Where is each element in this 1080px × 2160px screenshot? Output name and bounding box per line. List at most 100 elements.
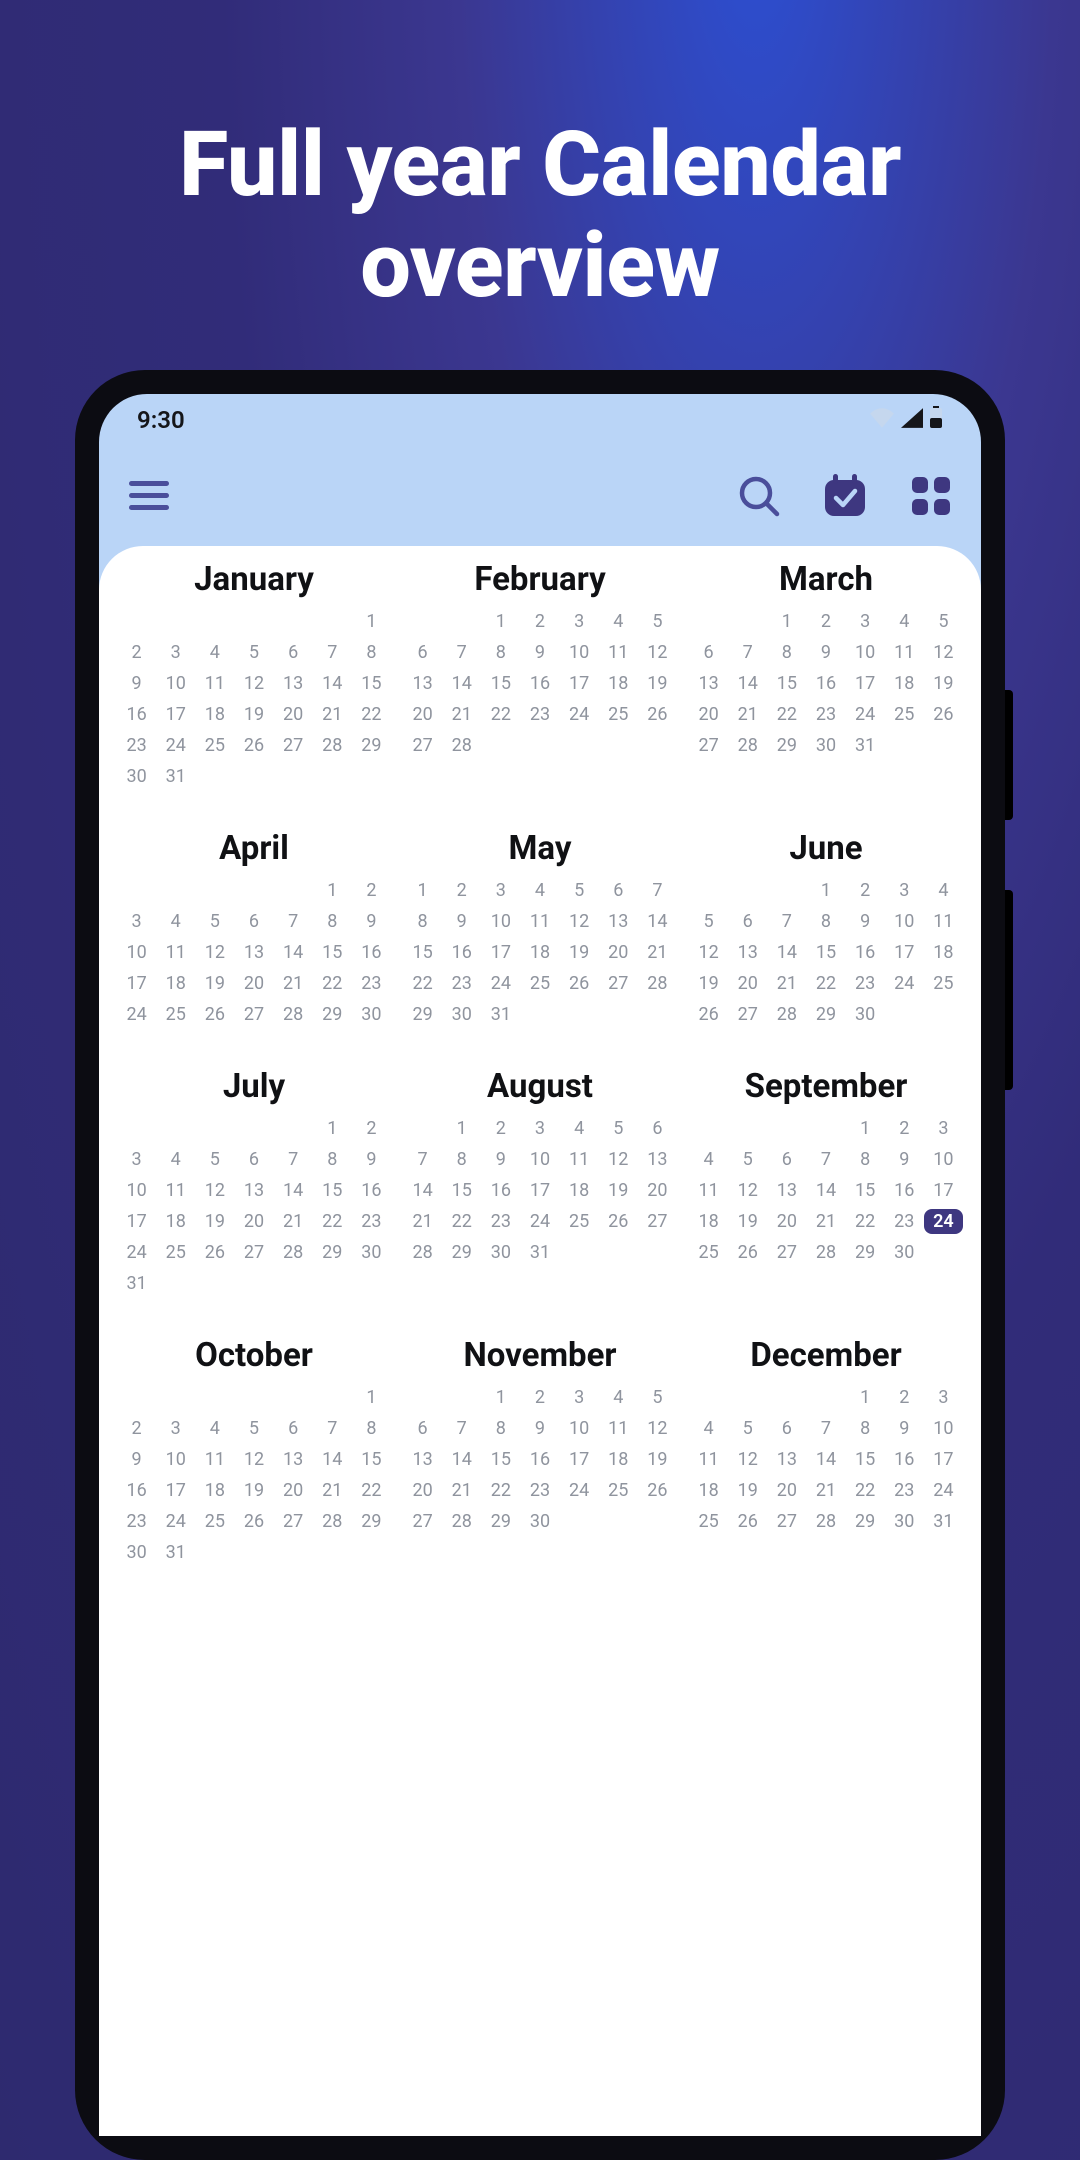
- view-switch-button[interactable]: [907, 472, 955, 520]
- day-cell[interactable]: 9: [520, 640, 559, 665]
- day-cell[interactable]: 28: [313, 1509, 352, 1534]
- day-cell[interactable]: 26: [689, 1002, 728, 1027]
- day-cell[interactable]: 29: [846, 1509, 885, 1534]
- day-cell[interactable]: 31: [846, 733, 885, 758]
- day-cell[interactable]: 13: [728, 940, 767, 965]
- day-cell[interactable]: 2: [117, 640, 156, 665]
- day-cell[interactable]: 16: [352, 940, 391, 965]
- day-cell[interactable]: 29: [313, 1002, 352, 1027]
- month-block[interactable]: March..123456789101112131415161718192021…: [689, 560, 963, 789]
- day-cell[interactable]: 14: [806, 1178, 845, 1203]
- search-button[interactable]: [735, 472, 783, 520]
- day-cell[interactable]: 11: [195, 1447, 234, 1472]
- day-cell[interactable]: 12: [728, 1178, 767, 1203]
- day-cell[interactable]: 3: [117, 1147, 156, 1172]
- day-cell[interactable]: 4: [195, 1416, 234, 1441]
- year-view[interactable]: January......123456789101112131415161718…: [99, 546, 981, 2136]
- day-cell[interactable]: 27: [274, 1509, 313, 1534]
- day-cell[interactable]: 24: [156, 733, 195, 758]
- day-cell[interactable]: 31: [520, 1240, 559, 1265]
- day-cell[interactable]: 31: [481, 1002, 520, 1027]
- day-cell[interactable]: 13: [767, 1178, 806, 1203]
- day-cell[interactable]: 18: [195, 702, 234, 727]
- day-cell[interactable]: 5: [599, 1116, 638, 1141]
- day-cell[interactable]: 20: [689, 702, 728, 727]
- day-cell[interactable]: 9: [846, 909, 885, 934]
- day-cell[interactable]: 27: [234, 1240, 273, 1265]
- day-cell[interactable]: 30: [352, 1240, 391, 1265]
- day-cell[interactable]: 28: [274, 1002, 313, 1027]
- today-button[interactable]: [821, 472, 869, 520]
- day-cell[interactable]: 21: [728, 702, 767, 727]
- day-cell[interactable]: 7: [442, 640, 481, 665]
- day-cell[interactable]: 26: [599, 1209, 638, 1234]
- day-cell[interactable]: 24: [520, 1209, 559, 1234]
- day-cell[interactable]: 6: [234, 1147, 273, 1172]
- day-cell[interactable]: 12: [638, 640, 677, 665]
- day-cell[interactable]: 19: [728, 1478, 767, 1503]
- day-cell[interactable]: 5: [689, 909, 728, 934]
- day-cell[interactable]: 17: [885, 940, 924, 965]
- day-cell[interactable]: 3: [520, 1116, 559, 1141]
- day-cell[interactable]: 26: [560, 971, 599, 996]
- day-cell[interactable]: 3: [560, 1385, 599, 1410]
- day-cell[interactable]: 16: [520, 1447, 559, 1472]
- day-cell[interactable]: 15: [767, 671, 806, 696]
- day-cell[interactable]: 27: [728, 1002, 767, 1027]
- day-cell[interactable]: 5: [195, 1147, 234, 1172]
- day-cell[interactable]: 15: [352, 1447, 391, 1472]
- day-cell[interactable]: 1: [806, 878, 845, 903]
- day-cell[interactable]: 15: [481, 671, 520, 696]
- day-cell[interactable]: 16: [442, 940, 481, 965]
- day-cell[interactable]: 14: [442, 1447, 481, 1472]
- day-cell[interactable]: 31: [156, 764, 195, 789]
- day-cell[interactable]: 21: [767, 971, 806, 996]
- day-cell[interactable]: 27: [274, 733, 313, 758]
- day-cell[interactable]: 21: [403, 1209, 442, 1234]
- day-cell[interactable]: 17: [924, 1447, 963, 1472]
- day-cell[interactable]: 17: [481, 940, 520, 965]
- day-cell[interactable]: 5: [728, 1416, 767, 1441]
- day-cell[interactable]: 12: [924, 640, 963, 665]
- day-cell[interactable]: 14: [403, 1178, 442, 1203]
- day-cell[interactable]: 25: [156, 1002, 195, 1027]
- day-cell[interactable]: 17: [117, 1209, 156, 1234]
- day-cell[interactable]: 16: [481, 1178, 520, 1203]
- day-cell[interactable]: 10: [520, 1147, 559, 1172]
- day-cell[interactable]: 24: [117, 1240, 156, 1265]
- day-cell[interactable]: 9: [352, 909, 391, 934]
- day-cell[interactable]: 13: [767, 1447, 806, 1472]
- day-cell[interactable]: 23: [806, 702, 845, 727]
- day-cell[interactable]: 7: [313, 1416, 352, 1441]
- day-cell[interactable]: 30: [442, 1002, 481, 1027]
- day-cell[interactable]: 28: [313, 733, 352, 758]
- day-cell[interactable]: 20: [767, 1209, 806, 1234]
- month-block[interactable]: May1234567891011121314151617181920212223…: [403, 829, 677, 1027]
- day-cell[interactable]: 14: [638, 909, 677, 934]
- day-cell[interactable]: 23: [352, 1209, 391, 1234]
- day-cell[interactable]: 23: [352, 971, 391, 996]
- day-cell[interactable]: 10: [117, 940, 156, 965]
- day-cell[interactable]: 27: [403, 733, 442, 758]
- day-cell[interactable]: 5: [924, 609, 963, 634]
- day-cell[interactable]: 20: [234, 1209, 273, 1234]
- day-cell[interactable]: 22: [481, 702, 520, 727]
- day-cell[interactable]: 28: [274, 1240, 313, 1265]
- day-cell[interactable]: 23: [885, 1478, 924, 1503]
- day-cell[interactable]: 26: [638, 702, 677, 727]
- day-cell[interactable]: 22: [767, 702, 806, 727]
- day-cell[interactable]: 23: [520, 1478, 559, 1503]
- day-cell[interactable]: 14: [274, 1178, 313, 1203]
- day-cell[interactable]: 30: [520, 1509, 559, 1534]
- day-cell[interactable]: 28: [806, 1240, 845, 1265]
- day-cell[interactable]: 30: [806, 733, 845, 758]
- day-cell[interactable]: 15: [403, 940, 442, 965]
- month-block[interactable]: July.....1234567891011121314151617181920…: [117, 1067, 391, 1296]
- day-cell[interactable]: 28: [767, 1002, 806, 1027]
- day-cell[interactable]: 7: [313, 640, 352, 665]
- day-cell[interactable]: 6: [638, 1116, 677, 1141]
- day-cell[interactable]: 11: [195, 671, 234, 696]
- day-cell[interactable]: 10: [117, 1178, 156, 1203]
- day-cell[interactable]: 28: [728, 733, 767, 758]
- day-cell[interactable]: 13: [234, 1178, 273, 1203]
